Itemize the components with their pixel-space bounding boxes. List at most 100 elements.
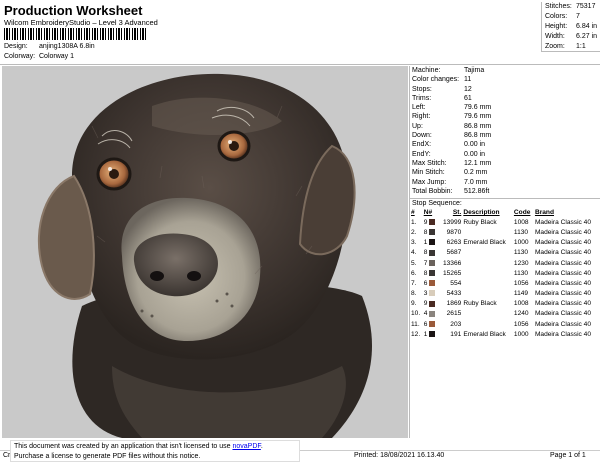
stop-index: 5.: [411, 259, 417, 267]
novapdf-link[interactable]: novaPDF: [232, 443, 260, 450]
col-header-code: Code: [513, 209, 531, 217]
property-row: EndX: 0.00 in: [410, 140, 600, 149]
needle-value: 9: [423, 218, 428, 226]
color-description: [462, 268, 513, 278]
property-key: Max Jump:: [412, 178, 447, 186]
property-value: 0.2 mm: [464, 169, 488, 177]
colorway-label: Colorway:: [4, 53, 36, 60]
summary-key: Zoom:: [545, 43, 565, 50]
property-row: Up: 86.8 mm: [410, 122, 600, 131]
property-key: Down:: [412, 132, 432, 140]
page-footer: Cr This document was created by an appli…: [0, 440, 600, 464]
color-code: 1149: [513, 290, 529, 298]
stop-sequence-row: 2. 8 9870 1130 Madeira Classic 40: [410, 227, 600, 237]
stop-sequence-title: Stop Sequence:: [410, 198, 600, 208]
property-key: Total Bobbin:: [412, 187, 453, 195]
stop-index: 2.: [411, 228, 417, 236]
property-value: 61: [464, 94, 472, 102]
thread-brand: Madeira Classic 40: [534, 290, 592, 298]
color-description: [462, 258, 513, 268]
stitch-count: 191: [450, 330, 462, 338]
property-value: 7.0 mm: [464, 178, 488, 186]
property-key: Up:: [412, 122, 423, 130]
stitch-count: 5687: [446, 249, 462, 257]
stop-index: 9.: [411, 300, 417, 308]
property-value: 12: [464, 85, 472, 93]
property-key: Min Stitch:: [412, 169, 445, 177]
property-value: 79.6 mm: [464, 113, 492, 121]
stitch-count: 203: [450, 320, 462, 328]
stop-sequence-row: 7. 6 554 1056 Madeira Classic 40: [410, 278, 600, 288]
stop-index: 10.: [411, 310, 421, 318]
stop-index: 12.: [411, 330, 421, 338]
color-code: 1008: [513, 300, 529, 308]
property-row: Min Stitch: 0.2 mm: [410, 168, 600, 177]
needle-value: 8: [423, 249, 428, 257]
property-row: EndY: 0.00 in: [410, 150, 600, 159]
stitch-count: 2615: [446, 310, 462, 318]
needle-number: 1: [423, 238, 440, 248]
property-key: Right:: [412, 113, 431, 121]
property-key: Machine:: [412, 67, 441, 74]
needle-number: 3: [423, 288, 440, 298]
property-row: Total Bobbin: 512.86ft: [410, 187, 600, 196]
color-swatch: [429, 310, 436, 317]
color-code: 1000: [513, 239, 529, 247]
color-description: [462, 227, 513, 237]
needle-number: 8: [423, 248, 440, 258]
license-notice-line2: Purchase a license to generate PDF files…: [14, 452, 201, 460]
color-code: 1130: [513, 228, 529, 236]
summary-value: 1:1: [576, 43, 586, 50]
summary-row: Zoom: 1:1: [542, 42, 600, 52]
property-row: Trims: 61: [410, 94, 600, 103]
stop-sequence-row: 1. 9 13999 Ruby Black 1008 Madeira Classic 4…: [410, 217, 600, 227]
needle-value: 9: [423, 300, 428, 308]
color-swatch: [429, 290, 436, 297]
color-description: Ruby Black: [463, 300, 497, 308]
property-key: EndX:: [412, 141, 432, 149]
property-key: Max Stitch:: [412, 159, 447, 167]
design-value: anjing1308A 6.8in: [39, 43, 95, 50]
stop-index: 3.: [411, 239, 417, 247]
color-description: Emerald Black: [463, 239, 506, 247]
property-value: 0.00 in: [464, 150, 486, 158]
needle-number: 6: [423, 319, 440, 329]
color-code: 1000: [513, 330, 529, 338]
colorway-value: Colorway 1: [39, 53, 75, 60]
stitch-count: 13999: [442, 218, 462, 226]
thread-brand: Madeira Classic 40: [534, 228, 592, 236]
stitch-count: 13366: [442, 259, 462, 267]
stitch-count: 15265: [442, 269, 462, 277]
col-header-needle: N#: [423, 209, 433, 217]
col-header-description: Description: [463, 209, 500, 217]
color-description: [462, 278, 513, 288]
color-code: 1008: [513, 218, 529, 226]
stop-sequence-header-row: # N# St. Description Code Brand: [410, 208, 600, 217]
color-description: [462, 248, 513, 258]
color-swatch: [429, 269, 436, 276]
color-code: 1056: [513, 279, 529, 287]
property-row: Machine: Tajima: [410, 66, 600, 75]
needle-value: 8: [423, 228, 428, 236]
license-notice: This document was created by an applicat…: [10, 440, 300, 462]
stitch-count: 1869: [446, 300, 462, 308]
thread-brand: Madeira Classic 40: [534, 239, 592, 247]
summary-row: Height: 6.84 in: [542, 22, 600, 32]
property-row: Max Stitch: 12.1 mm: [410, 159, 600, 168]
summary-key: Height:: [545, 23, 568, 30]
color-description: [462, 309, 513, 319]
needle-value: 6: [423, 320, 428, 328]
thread-brand: Madeira Classic 40: [534, 259, 592, 267]
stop-sequence-row: 8. 3 5433 1149 Madeira Classic 40: [410, 288, 600, 298]
needle-value: 6: [423, 279, 428, 287]
stop-index: 6.: [411, 269, 417, 277]
stop-sequence-row: 3. 1 6263 Emerald Black 1000 Madeira Classic…: [410, 238, 600, 248]
color-code: 1230: [513, 259, 529, 267]
stitch-count: 5433: [446, 290, 462, 298]
stop-index: 8.: [411, 290, 417, 298]
color-swatch: [429, 229, 436, 236]
needle-number: 8: [423, 268, 440, 278]
stitch-count: 6263: [446, 239, 462, 247]
property-value: 0.00 in: [464, 141, 486, 149]
stitch-count: 9870: [446, 228, 462, 236]
